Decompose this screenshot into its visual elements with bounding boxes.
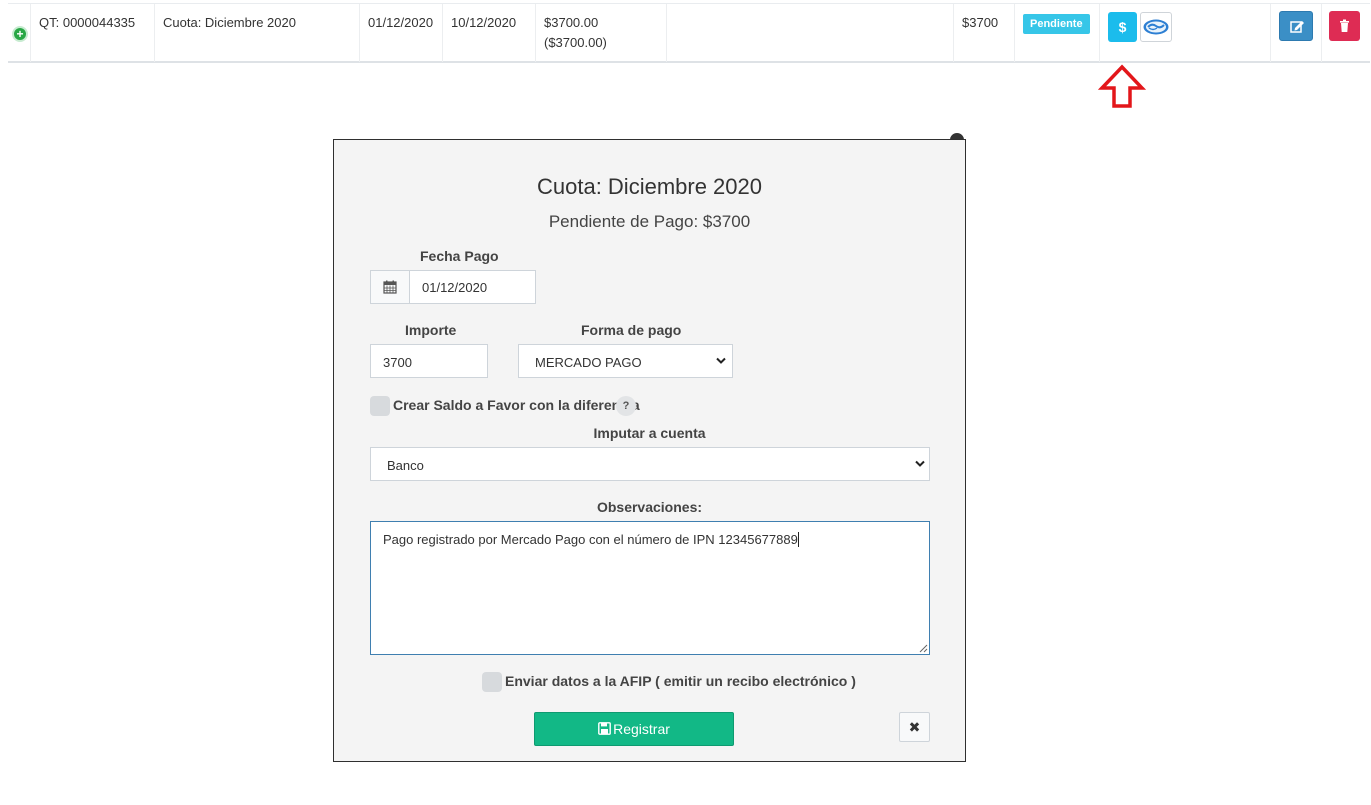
registrar-button[interactable]: Registrar [534,712,734,746]
calendar-addon[interactable] [371,271,410,303]
quota-concept: Cuota: Diciembre 2020 [155,4,360,62]
importe-input[interactable]: 3700 [370,344,488,378]
observaciones-label: Observaciones: [596,499,703,515]
resize-grip-icon[interactable] [919,644,928,653]
due-date: 10/12/2020 [443,4,536,62]
modal-title: Cuota: Diciembre 2020 [536,174,762,199]
delete-button[interactable] [1329,11,1360,41]
importe-value: 3700 [383,355,412,370]
imputar-cuenta-label: Imputar a cuenta [593,425,706,441]
mercado-pago-button[interactable] [1140,12,1172,42]
forma-pago-label: Forma de pago [581,322,682,338]
fecha-pago-value: 01/12/2020 [422,280,488,295]
chevron-down-icon [716,357,726,364]
amount-value: $3700.00 [544,15,599,30]
expand-cell: + [8,4,31,62]
importe-label: Importe [405,322,457,338]
mercado-pago-icon [1143,19,1169,35]
calendar-icon [383,280,397,294]
pay-button[interactable]: $ [1108,12,1137,42]
fecha-pago-input[interactable]: 01/12/2020 [370,270,536,304]
trash-icon [1340,19,1349,32]
cancel-button[interactable]: ✖ [899,712,930,742]
quota-id: QT: 0000044335 [31,4,155,62]
forma-pago-select[interactable]: MERCADO PAGO [518,344,733,378]
afip-label: Enviar datos a la AFIP ( emitir un recib… [505,673,856,689]
modal-subtitle: Pendiente de Pago: $3700 [548,212,751,231]
amount-cell: $3700.00 ($3700.00) [536,4,667,62]
edit-icon [1290,21,1304,33]
status-cell: Pendiente [1015,4,1100,62]
afip-checkbox[interactable] [482,672,502,692]
registrar-label: Registrar [613,721,670,737]
plus-circle-icon[interactable]: + [12,26,28,42]
help-icon[interactable]: ? [616,396,636,416]
observaciones-value: Pago registrado por Mercado Pago con el … [383,532,798,547]
status-badge: Pendiente [1023,14,1090,34]
chevron-down-icon [915,460,925,467]
save-icon [598,722,611,735]
edit-button[interactable] [1279,11,1313,41]
saldo-favor-label: Crear Saldo a Favor con la diferencia [393,397,640,413]
text-caret [797,532,799,547]
observaciones-textarea[interactable]: Pago registrado por Mercado Pago con el … [370,521,930,655]
balance-value: $3700 [954,4,1015,62]
arrow-up-icon [1098,64,1146,108]
forma-pago-value: MERCADO PAGO [535,355,642,370]
amount-sub-value: ($3700.00) [544,35,607,50]
imputar-cuenta-select[interactable]: Banco [370,447,930,481]
payment-modal: Cuota: Diciembre 2020 Pendiente de Pago:… [333,139,966,762]
saldo-favor-checkbox[interactable] [370,396,390,416]
issue-date: 01/12/2020 [360,4,443,62]
empty-cell [667,4,954,62]
fecha-pago-label: Fecha Pago [420,248,499,264]
imputar-cuenta-value: Banco [387,458,424,473]
